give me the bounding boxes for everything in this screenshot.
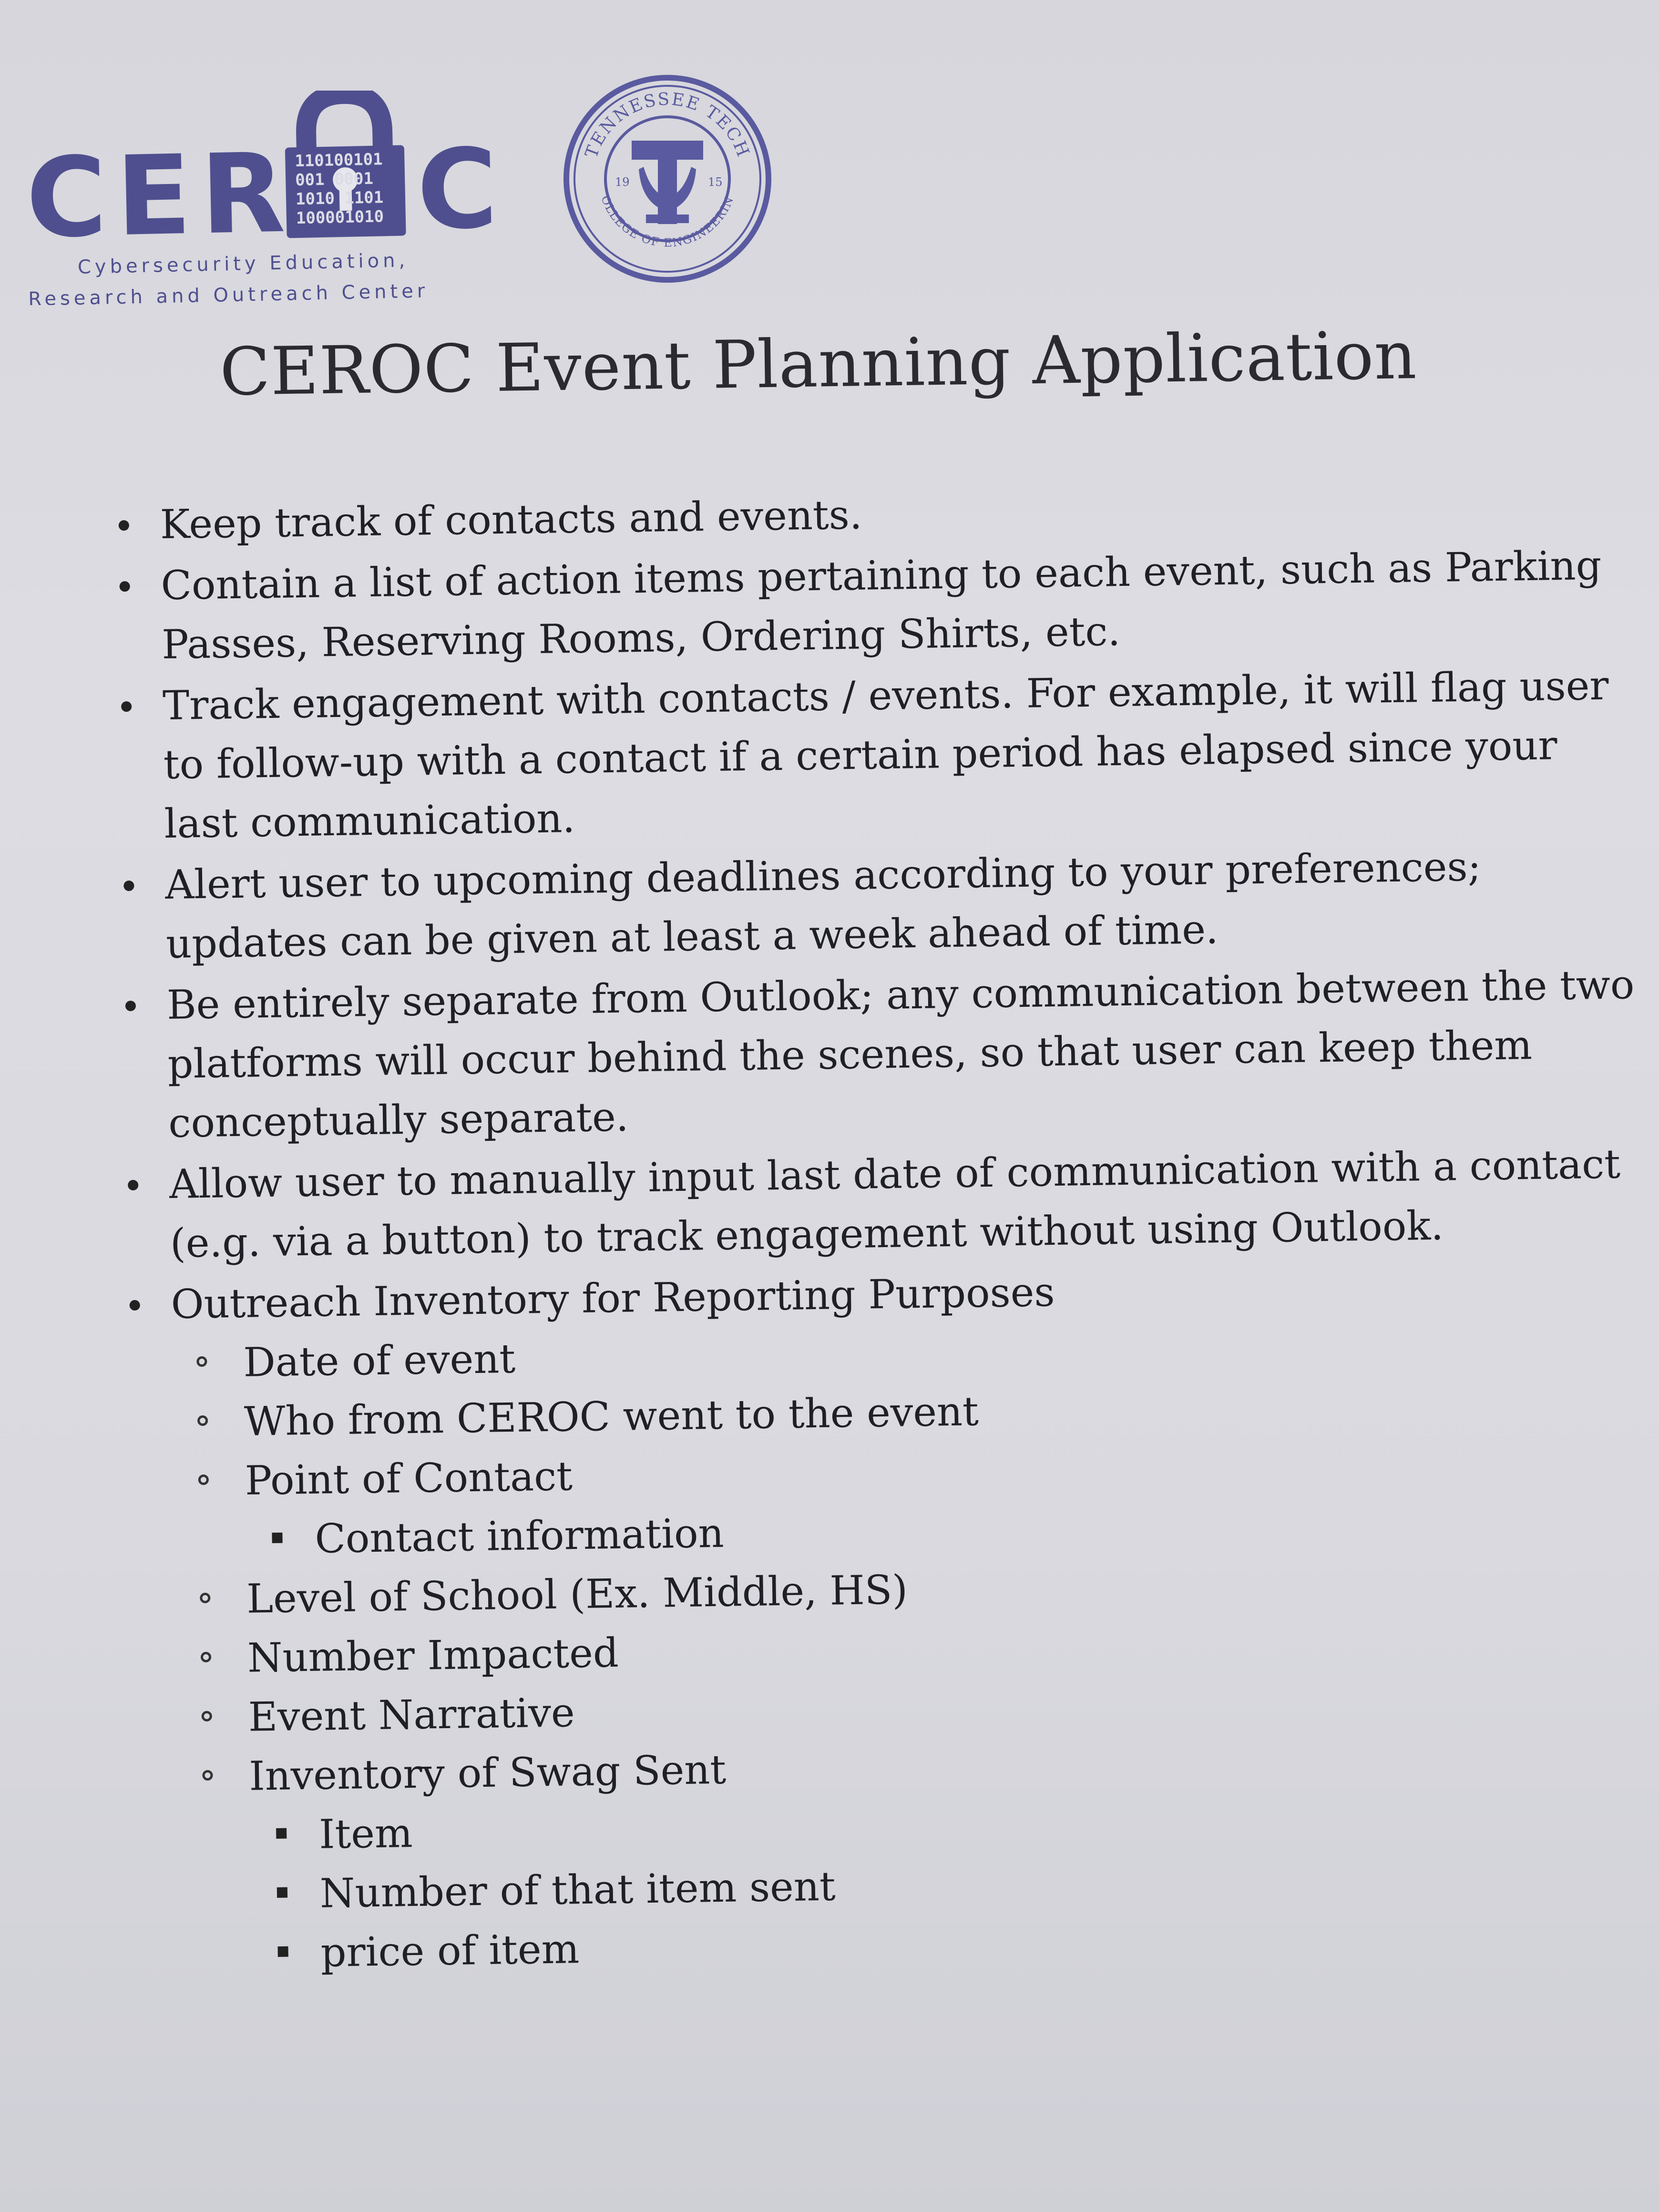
lock-binary-2: 001 0001 xyxy=(295,169,374,190)
feature-list: Keep track of contacts and events. Conta… xyxy=(95,474,1651,1985)
tennessee-tech-seal: TENNESSEE TECH COLLEGE OF ENGINEERING 19… xyxy=(560,72,771,283)
swag-sublist: Item Number of that item sent price of i… xyxy=(249,1786,1651,1983)
seal-year-right: 15 xyxy=(708,175,723,189)
list-item: Track engagement with contacts / events.… xyxy=(98,655,1635,854)
sublist-item-label: Inventory of Swag Sent xyxy=(248,1746,727,1800)
inventory-sublist: Date of event Who from CEROC went to the… xyxy=(172,1313,1651,1984)
sublist-item-swag: Inventory of Swag Sent Item Number of th… xyxy=(177,1727,1651,1984)
list-item: Alert user to upcoming deadlines accordi… xyxy=(101,835,1637,974)
list-item: Allow user to manually input last date o… xyxy=(104,1134,1641,1274)
lock-binary-4: 100001010 xyxy=(296,207,384,228)
document-page: CER 110100101 001 0001 1010 1101 1000010… xyxy=(0,0,1659,2212)
ceroc-logo: CER 110100101 001 0001 1010 1101 1000010… xyxy=(26,91,499,305)
list-item-label: Outreach Inventory for Reporting Purpose… xyxy=(171,1269,1055,1328)
lock-icon: 110100101 001 0001 1010 1101 100001010 xyxy=(285,91,406,238)
list-item-outreach-inventory: Outreach Inventory for Reporting Purpose… xyxy=(106,1254,1651,1985)
page-title: CEROC Event Planning Application xyxy=(219,317,1418,410)
list-item: Be entirely separate from Outlook; any c… xyxy=(102,955,1639,1154)
lock-binary-1: 110100101 xyxy=(295,150,383,171)
sublist-item-point-of-contact: Point of Contact Contact information xyxy=(173,1432,1645,1570)
seal-year-left: 19 xyxy=(615,175,630,189)
ceroc-wordmark-right: C xyxy=(416,125,499,254)
list-item: Contain a list of action items pertainin… xyxy=(96,535,1633,675)
ceroc-wordmark-left: CER xyxy=(26,130,296,263)
lock-binary-3: 1010 1101 xyxy=(296,188,384,209)
sublist-item-label: Point of Contact xyxy=(245,1453,573,1504)
document-body: Keep track of contacts and events. Conta… xyxy=(95,474,1651,1987)
tt-emblem-icon xyxy=(632,141,703,224)
ceroc-tagline-2: Research and Outreach Center xyxy=(28,280,429,305)
